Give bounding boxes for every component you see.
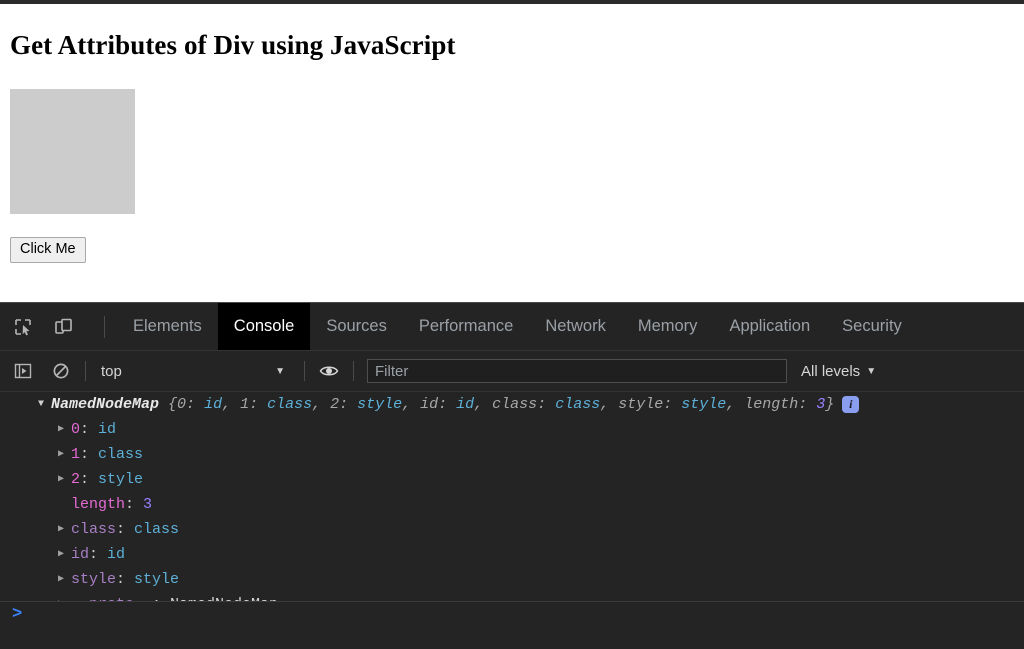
property-row[interactable]: ▶2: style <box>0 467 1024 492</box>
execution-context-dropdown[interactable]: top ▼ <box>97 363 293 380</box>
property-colon: : <box>125 492 143 517</box>
property-value: id <box>98 417 116 442</box>
property-key: 2 <box>71 467 80 492</box>
property-key: 0 <box>71 417 80 442</box>
toolbar-divider-2 <box>304 361 305 381</box>
property-row[interactable]: ▶1: class <box>0 442 1024 467</box>
disclosure-triangle-open-icon[interactable]: ▼ <box>38 392 51 417</box>
prompt-chevron-icon: > <box>12 605 22 624</box>
tab-performance[interactable]: Performance <box>403 303 529 350</box>
preview-value-style: style <box>681 392 726 417</box>
property-key: class <box>71 517 116 542</box>
preview-key-2: , 2: <box>312 392 357 417</box>
disclosure-triangle-icon[interactable]: ▶ <box>58 567 71 592</box>
tab-console[interactable]: Console <box>218 303 311 350</box>
disclosure-triangle-icon[interactable]: ▶ <box>58 517 71 542</box>
property-colon: : <box>116 567 134 592</box>
preview-open-brace: { <box>159 392 177 417</box>
console-log-entry[interactable]: ▼NamedNodeMap {0: id, 1: class, 2: style… <box>0 392 1024 417</box>
disclosure-triangle-icon[interactable]: ▶ <box>58 542 71 567</box>
demo-div-box <box>10 89 135 214</box>
log-level-dropdown[interactable]: All levels ▼ <box>801 363 876 380</box>
preview-key-id: , id: <box>402 392 456 417</box>
toolbar-divider-3 <box>353 361 354 381</box>
property-colon: : <box>116 517 134 542</box>
property-row[interactable]: ▶0: id <box>0 417 1024 442</box>
toolbar-divider-1 <box>85 361 86 381</box>
devtools-panel: Elements Console Sources Performance Net… <box>0 302 1024 649</box>
tab-security[interactable]: Security <box>826 303 918 350</box>
property-key: 1 <box>71 442 80 467</box>
property-row[interactable]: ▶id: id <box>0 542 1024 567</box>
tab-sources[interactable]: Sources <box>310 303 403 350</box>
live-expression-eye-icon[interactable] <box>316 358 342 384</box>
disclosure-triangle-icon[interactable]: ▶ <box>58 467 71 492</box>
property-key: style <box>71 567 116 592</box>
click-me-button[interactable]: Click Me <box>10 237 86 263</box>
chevron-down-icon: ▼ <box>866 366 876 377</box>
console-toolbar: top ▼ All levels ▼ <box>0 351 1024 392</box>
preview-key-0: 0: <box>177 392 204 417</box>
preview-value-0: id <box>204 392 222 417</box>
execution-context-value: top <box>101 363 122 380</box>
page-title: Get Attributes of Div using JavaScript <box>10 30 456 61</box>
preview-value-class: class <box>555 392 600 417</box>
console-filter-input[interactable] <box>367 359 787 383</box>
chevron-down-icon: ▼ <box>275 366 285 377</box>
preview-length-key: , length: <box>726 392 816 417</box>
tabbar-divider <box>104 316 105 338</box>
property-row[interactable]: ▶class: class <box>0 517 1024 542</box>
preview-value-2: style <box>357 392 402 417</box>
tab-application[interactable]: Application <box>713 303 826 350</box>
property-value: style <box>98 467 143 492</box>
web-page-content: Get Attributes of Div using JavaScript C… <box>0 4 1024 302</box>
devtools-tool-icons <box>0 303 105 350</box>
devtools-tabbar: Elements Console Sources Performance Net… <box>0 303 1024 351</box>
property-value: style <box>134 567 179 592</box>
disclosure-triangle-icon[interactable]: ▶ <box>58 442 71 467</box>
property-value: 3 <box>143 492 152 517</box>
property-value: id <box>107 542 125 567</box>
object-class-name: NamedNodeMap <box>51 392 159 417</box>
property-value: class <box>134 517 179 542</box>
tab-network[interactable]: Network <box>529 303 622 350</box>
log-level-value: All levels <box>801 363 860 380</box>
preview-key-style: , style: <box>600 392 681 417</box>
console-output: ▼NamedNodeMap {0: id, 1: class, 2: style… <box>0 392 1024 626</box>
property-colon: : <box>80 442 98 467</box>
property-colon: : <box>80 417 98 442</box>
property-value: class <box>98 442 143 467</box>
preview-value-id: id <box>456 392 474 417</box>
tab-elements[interactable]: Elements <box>117 303 218 350</box>
property-colon: : <box>89 542 107 567</box>
show-console-sidebar-icon[interactable] <box>10 358 36 384</box>
preview-length-value: 3 <box>816 392 825 417</box>
inspect-element-icon[interactable] <box>10 314 36 340</box>
preview-close-brace: } <box>825 392 834 417</box>
preview-key-class: , class: <box>474 392 555 417</box>
console-prompt[interactable]: > <box>0 601 1024 626</box>
device-toolbar-icon[interactable] <box>50 314 76 340</box>
devtools-tab-list: Elements Console Sources Performance Net… <box>117 303 918 350</box>
property-row: length: 3 <box>0 492 1024 517</box>
property-row[interactable]: ▶style: style <box>0 567 1024 592</box>
clear-console-icon[interactable] <box>48 358 74 384</box>
info-badge[interactable]: i <box>842 396 859 413</box>
property-key: length <box>71 492 125 517</box>
preview-value-1: class <box>267 392 312 417</box>
disclosure-triangle-icon[interactable]: ▶ <box>58 417 71 442</box>
property-colon: : <box>80 467 98 492</box>
tab-memory[interactable]: Memory <box>622 303 714 350</box>
property-key: id <box>71 542 89 567</box>
preview-key-1: , 1: <box>222 392 267 417</box>
